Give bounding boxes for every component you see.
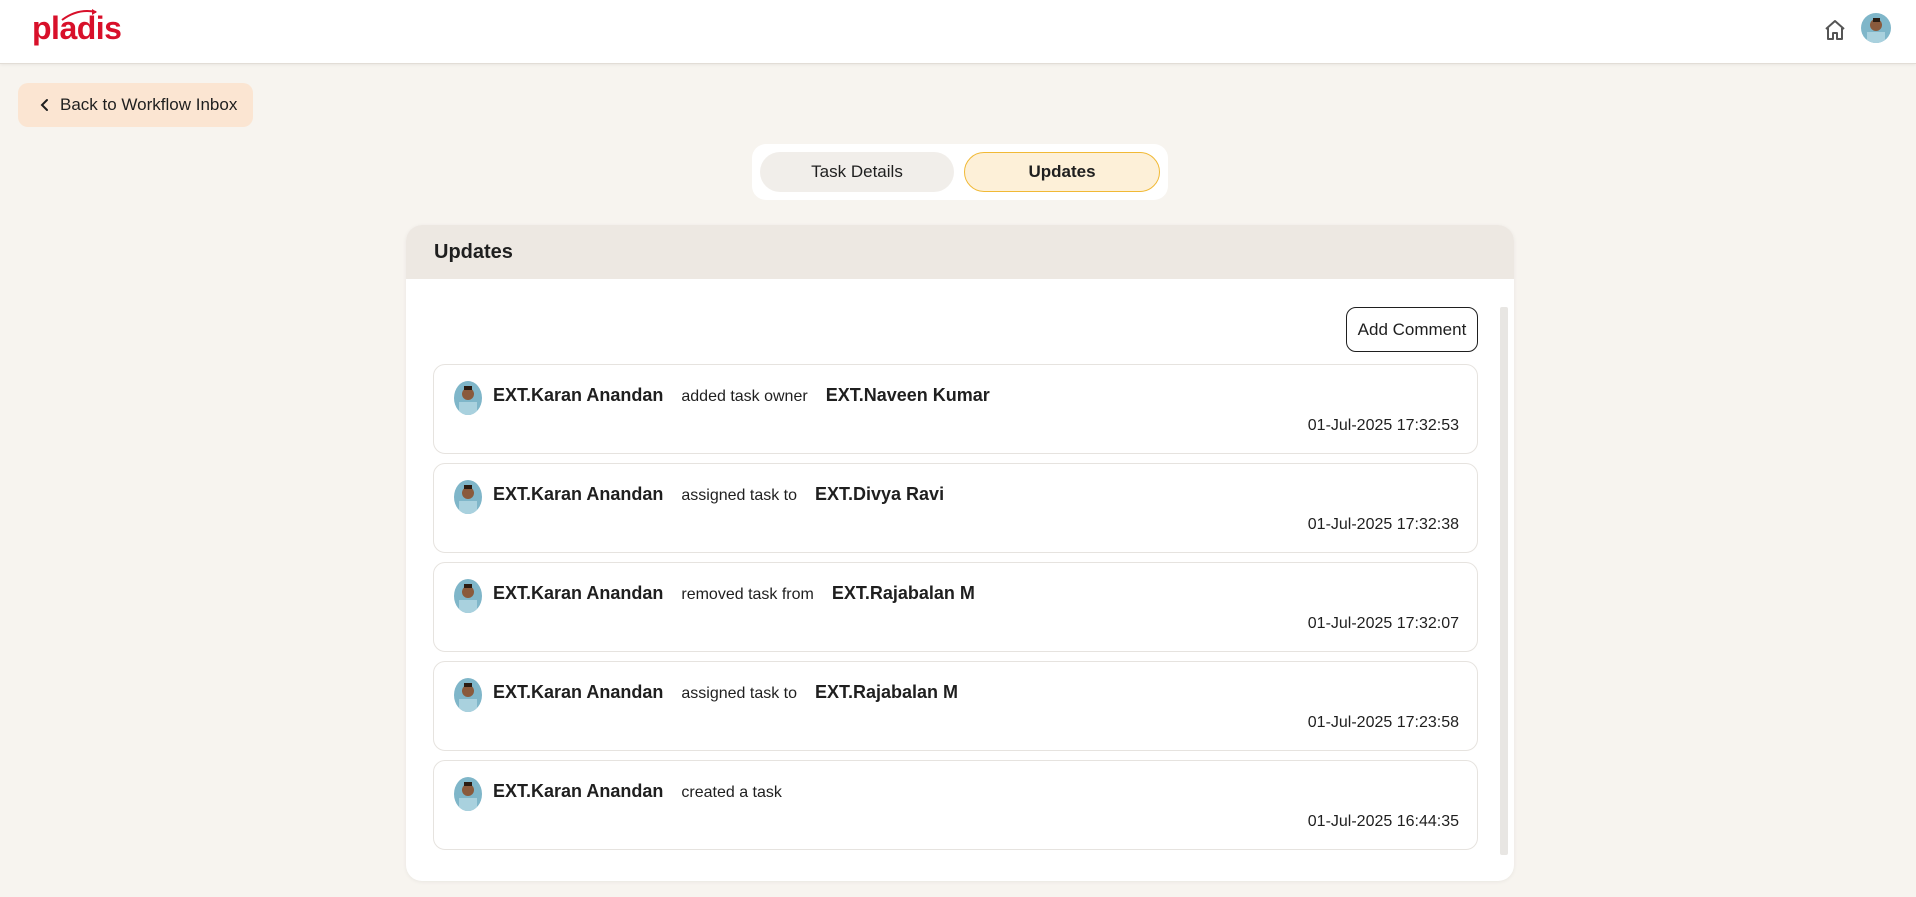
update-timestamp: 01-Jul-2025 16:44:35: [1307, 813, 1459, 830]
chevron-left-icon: [40, 99, 48, 111]
update-item: EXT.Karan Anandan assigned task to EXT.R…: [433, 661, 1478, 751]
tab-bar: Task Details Updates: [752, 144, 1168, 200]
updates-list: EXT.Karan Anandan added task owner EXT.N…: [433, 364, 1478, 859]
tab-updates[interactable]: Updates: [964, 152, 1160, 192]
update-timestamp: 01-Jul-2025 17:32:53: [1307, 417, 1459, 434]
home-icon[interactable]: [1823, 18, 1847, 42]
tab-task-details[interactable]: Task Details: [760, 152, 954, 192]
update-target: EXT.Divya Ravi: [815, 484, 945, 504]
update-item: EXT.Karan Anandan added task owner EXT.N…: [433, 364, 1478, 454]
update-target: EXT.Naveen Kumar: [825, 385, 990, 405]
actor-avatar: [454, 579, 482, 613]
update-actor: EXT.Karan Anandan: [493, 583, 664, 603]
update-action: created a task: [681, 784, 782, 801]
update-target: EXT.Rajabalan M: [831, 583, 975, 603]
scrollbar[interactable]: [1500, 307, 1508, 855]
logo-swoosh-icon: [61, 9, 97, 21]
actor-avatar: [454, 678, 482, 712]
update-actor: EXT.Karan Anandan: [493, 385, 664, 405]
update-action: assigned task to: [681, 487, 797, 504]
panel-title: Updates: [406, 225, 1514, 279]
actor-avatar: [454, 777, 482, 811]
update-item: EXT.Karan Anandan created a task 01-Jul-…: [433, 760, 1478, 850]
update-actor: EXT.Karan Anandan: [493, 484, 664, 504]
updates-panel: Updates Add Comment EXT.Karan Anandan ad…: [406, 225, 1514, 881]
update-actor: EXT.Karan Anandan: [493, 682, 664, 702]
update-actor: EXT.Karan Anandan: [493, 781, 664, 801]
update-action: added task owner: [681, 388, 808, 405]
update-action: removed task from: [681, 586, 814, 603]
back-to-inbox-button[interactable]: Back to Workflow Inbox: [18, 83, 253, 127]
update-timestamp: 01-Jul-2025 17:32:38: [1307, 516, 1459, 533]
user-avatar[interactable]: [1861, 13, 1891, 43]
update-action: assigned task to: [681, 685, 797, 702]
update-timestamp: 01-Jul-2025 17:23:58: [1307, 714, 1459, 731]
top-bar: pladis: [0, 0, 1916, 64]
back-button-label: Back to Workflow Inbox: [60, 95, 238, 114]
update-item: EXT.Karan Anandan removed task from EXT.…: [433, 562, 1478, 652]
add-comment-button[interactable]: Add Comment: [1346, 307, 1478, 352]
update-timestamp: 01-Jul-2025 17:32:07: [1307, 615, 1459, 632]
actor-avatar: [454, 381, 482, 415]
update-target: EXT.Rajabalan M: [815, 682, 959, 702]
actor-avatar: [454, 480, 482, 514]
update-item: EXT.Karan Anandan assigned task to EXT.D…: [433, 463, 1478, 553]
